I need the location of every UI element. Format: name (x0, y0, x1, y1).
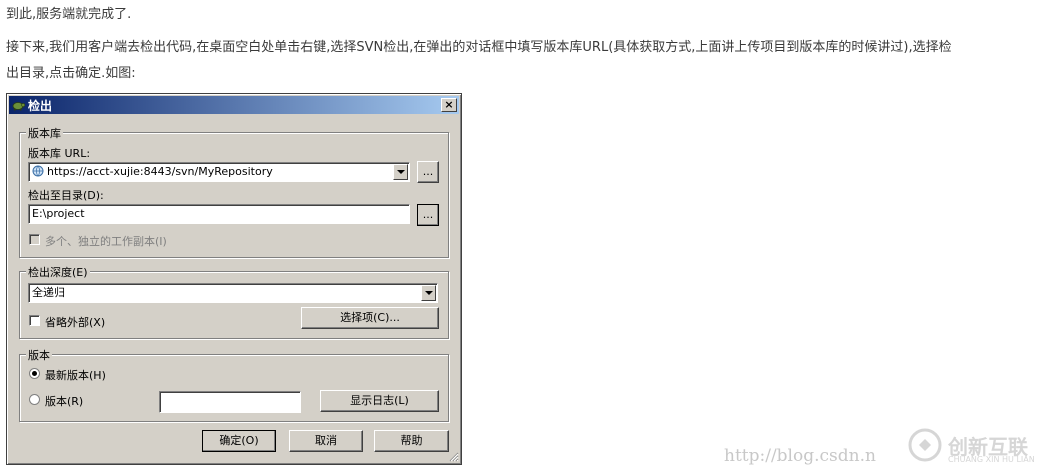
revision-group-title: 版本 (26, 347, 52, 363)
chevron-down-icon[interactable] (393, 164, 408, 180)
options-button[interactable]: 选择项(C)... (301, 307, 439, 329)
url-label: 版本库 URL: (28, 147, 91, 160)
article-line-3: 出目录,点击确定.如图: (6, 66, 136, 81)
url-globe-icon (32, 165, 44, 177)
brand-logo-icon (908, 428, 942, 462)
ok-button[interactable]: 确定(O) (202, 430, 276, 452)
brand-subtitle: CHUANG XIN HU LIAN (948, 455, 1035, 464)
checkout-dialog: 检出 × 版本库 版本库 URL: https://acct-xujie:844… (6, 93, 462, 465)
close-button[interactable]: × (441, 98, 457, 112)
show-log-button[interactable]: 显示日志(L) (320, 390, 439, 412)
depth-value: 全递归 (32, 286, 65, 299)
tortoise-icon (12, 102, 25, 111)
specific-revision-label: 版本(R) (45, 395, 84, 408)
resize-grip-icon[interactable] (448, 451, 459, 462)
dir-label: 检出至目录(D): (28, 189, 104, 202)
depth-group-title: 检出深度(E) (26, 264, 90, 280)
dialog-title: 检出 (28, 98, 53, 113)
omit-external-label: 省略外部(X) (45, 316, 106, 329)
head-revision-radio[interactable] (29, 368, 40, 379)
url-value: https://acct-xujie:8443/svn/MyRepository (47, 165, 273, 178)
revision-input[interactable] (159, 391, 301, 413)
multi-copy-checkbox[interactable] (29, 234, 40, 245)
multi-copy-label: 多个、独立的工作副本(I) (45, 235, 167, 248)
chevron-down-icon[interactable] (421, 285, 436, 301)
specific-revision-radio[interactable] (29, 394, 40, 405)
checkout-dir-input[interactable]: E:\project (28, 204, 410, 224)
article-line-1: 到此,服务端就完成了. (6, 7, 132, 22)
help-button[interactable]: 帮助 (374, 430, 449, 452)
url-browse-button[interactable]: ... (417, 161, 439, 183)
url-combobox[interactable]: https://acct-xujie:8443/svn/MyRepository (28, 162, 410, 182)
dialog-titlebar[interactable]: 检出 × (9, 96, 459, 114)
omit-external-checkbox[interactable] (29, 315, 40, 326)
repository-group-title: 版本库 (26, 125, 63, 141)
blog-url-watermark: http://blog.csdn.n (724, 446, 876, 466)
depth-combobox[interactable]: 全递归 (28, 283, 438, 303)
dir-browse-button[interactable]: ... (417, 204, 439, 226)
brand-logo: 创新互联 CHUANG XIN HU LIAN (908, 426, 1040, 464)
head-revision-label: 最新版本(H) (45, 369, 106, 382)
article-line-2: 接下来,我们用客户端去检出代码,在桌面空白处单击右键,选择SVN检出,在弹出的对… (6, 40, 952, 55)
cancel-button[interactable]: 取消 (289, 430, 363, 452)
